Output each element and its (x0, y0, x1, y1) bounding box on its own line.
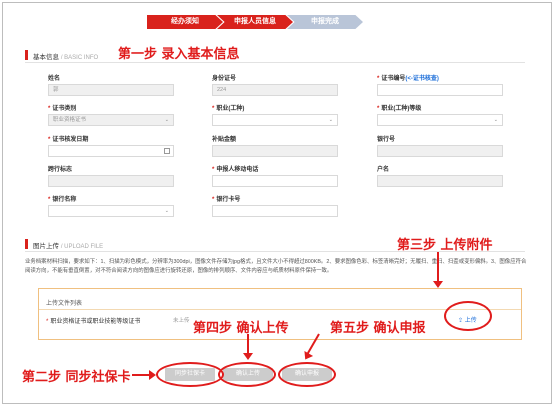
occupation-select[interactable]: ⌄ (212, 114, 338, 126)
bank-number-label: 银行号 (377, 137, 396, 143)
occupation-level-select[interactable]: ⌄ (377, 114, 503, 126)
highlight-confirm-upload (218, 362, 276, 387)
upload-item-label-text: 职业资格证书或职业技能等级证书 (50, 319, 141, 325)
basic-info-title: 基本信息 / BASIC INFO (33, 54, 99, 61)
card-number-label-text: 银行卡号 (216, 197, 241, 203)
account-name-label: 户名 (377, 167, 390, 173)
cross-bank-flag-label: 跨行标志 (48, 167, 73, 173)
arrow-step3 (437, 252, 439, 282)
account-name-input[interactable] (377, 175, 503, 187)
bank-number-input[interactable] (377, 145, 503, 157)
upload-notice: 业务档案材料扫描，要求如下：1、扫描为彩色模式，分辨率为300dpi，图像文件存… (25, 259, 527, 274)
subsidy-input (212, 145, 338, 157)
cert-number-label-text: 证书编号 (381, 76, 406, 82)
arrow-head (433, 281, 443, 288)
chevron-down-icon: ⌄ (164, 117, 169, 123)
annotation-step2: 第二步 同步社保卡 (22, 370, 131, 385)
annotation-step3: 第三步 上传附件 (397, 238, 493, 253)
upload-item-label: * 职业资格证书或职业技能等级证书 (46, 319, 141, 325)
bank-name-select[interactable]: ⌄ (48, 205, 174, 217)
cert-type-label-text: 证书类别 (52, 106, 77, 112)
card-number-label: * 银行卡号 (212, 197, 241, 203)
occupation-label: * 职业(工种) (212, 106, 245, 112)
highlight-confirm-declare (278, 362, 336, 387)
highlight-upload-button (444, 301, 492, 331)
cert-type-label: * 证书类别 (48, 106, 77, 112)
step-applicant-info: 申报人员信息 (217, 15, 293, 29)
name-label: 姓名 (48, 76, 61, 82)
upload-title-text: 图片上传 (33, 243, 59, 250)
phone-input[interactable] (212, 175, 338, 187)
cert-date-input[interactable] (48, 145, 174, 157)
phone-label: * 申报人移动电话 (212, 167, 259, 173)
chevron-down-icon: ⌄ (493, 117, 498, 123)
bank-name-label-text: 银行名称 (52, 197, 77, 203)
step-complete: 申报完成 (287, 15, 363, 29)
occupation-level-label: * 职业(工种)等级 (377, 106, 422, 112)
name-input[interactable]: 郭 (48, 84, 174, 96)
arrow-step4 (247, 334, 249, 354)
upload-title: 图片上传 / UPLOAD FILE (33, 243, 104, 250)
cert-check-link[interactable]: (<-证书核查) (405, 76, 439, 82)
arrow-step2 (132, 374, 150, 376)
cert-type-select[interactable]: 职业资格证书 ⌄ (48, 114, 174, 126)
card-number-input[interactable] (212, 205, 338, 217)
arrow-head (149, 370, 156, 380)
section-marker (25, 50, 28, 60)
annotation-step4: 第四步 确认上传 (193, 321, 289, 336)
name-value: 郭 (53, 87, 59, 93)
id-number-input[interactable]: 224 (212, 84, 338, 96)
upload-subtitle: UPLOAD FILE (64, 244, 104, 250)
annotation-step5: 第五步 确认申报 (330, 321, 426, 336)
cert-number-label: * 证书编号(<-证书核查) (377, 76, 439, 82)
cross-bank-flag-input[interactable] (48, 175, 174, 187)
cert-number-input[interactable] (377, 84, 503, 96)
arrow-head (243, 353, 253, 360)
cert-type-value: 职业资格证书 (53, 117, 87, 123)
chevron-down-icon: ⌄ (164, 208, 169, 214)
step-instructions: 经办须知 (147, 15, 223, 29)
upload-list-title: 上传文件列表 (46, 301, 83, 307)
highlight-sync-button (156, 362, 224, 387)
upload-status: 未上传 (173, 318, 190, 324)
calendar-icon[interactable] (164, 148, 170, 154)
chevron-down-icon: ⌄ (328, 117, 333, 123)
id-number-label: 身份证号 (212, 76, 237, 82)
bank-name-label: * 银行名称 (48, 197, 77, 203)
section-marker (25, 239, 28, 249)
id-number-value: 224 (217, 87, 227, 93)
cert-date-label: * 证书核发日期 (48, 137, 89, 143)
basic-info-title-text: 基本信息 (33, 54, 59, 61)
divider (25, 62, 525, 63)
basic-info-subtitle: BASIC INFO (64, 55, 99, 61)
phone-label-text: 申报人移动电话 (216, 167, 259, 173)
subsidy-label: 补贴金额 (212, 137, 237, 143)
occupation-label-text: 职业(工种) (216, 106, 245, 112)
cert-date-label-text: 证书核发日期 (52, 137, 89, 143)
occupation-level-label-text: 职业(工种)等级 (381, 106, 422, 112)
annotation-step1: 第一步 录入基本信息 (118, 47, 240, 62)
